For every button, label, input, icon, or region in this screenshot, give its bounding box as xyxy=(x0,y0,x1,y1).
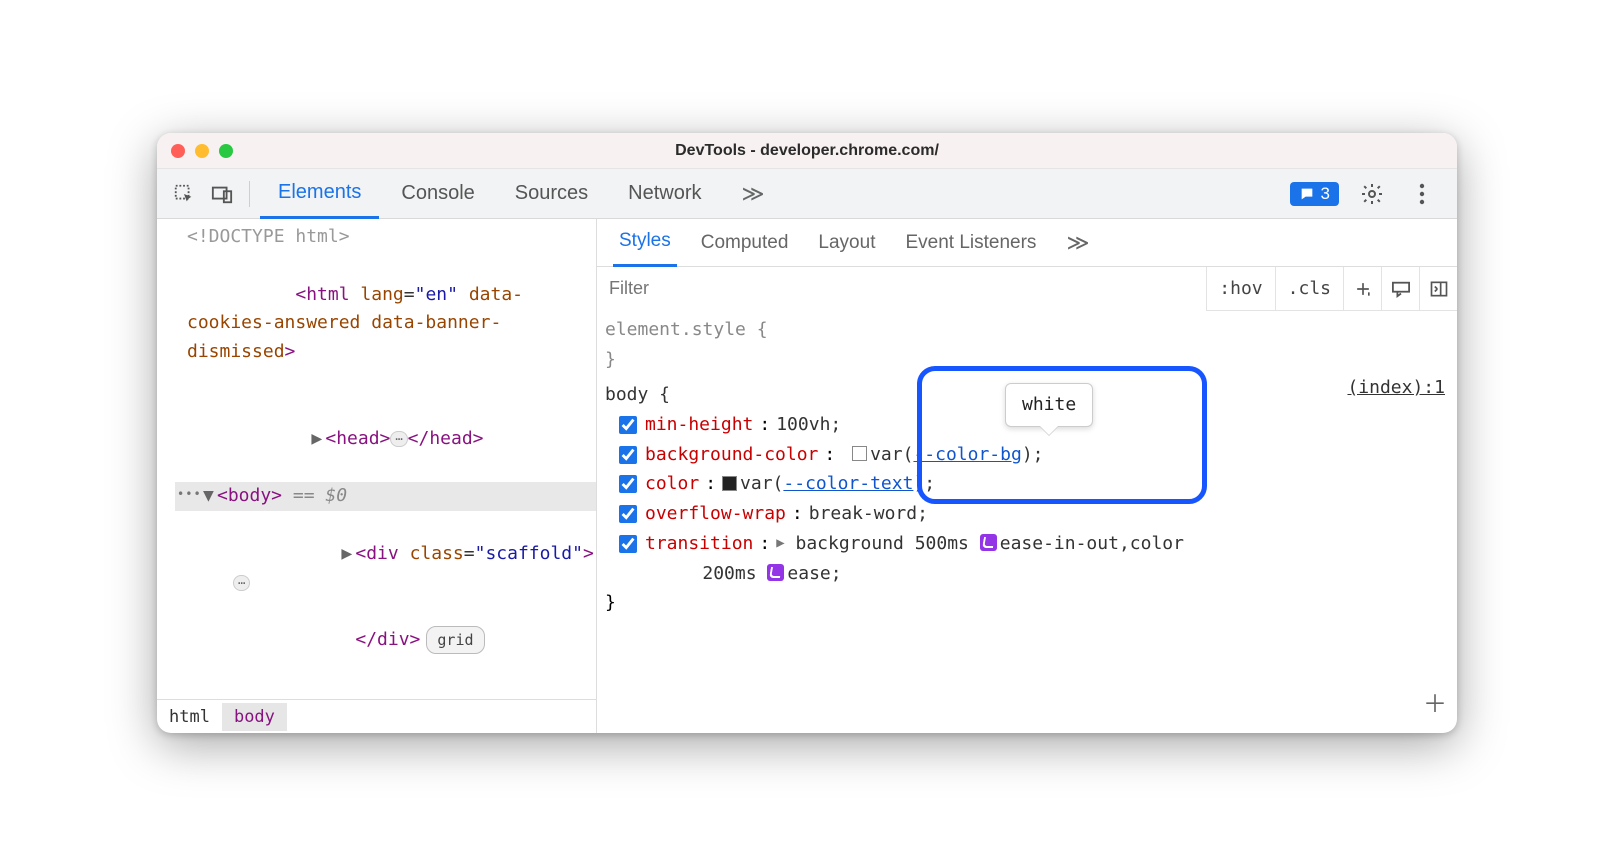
toggle-transition[interactable] xyxy=(619,535,637,553)
prop-transition-cont[interactable]: 200ms ease; xyxy=(605,559,1449,589)
sidebar-toggle-icon[interactable] xyxy=(1419,267,1457,311)
rule-source-link[interactable]: (index):1 xyxy=(1347,373,1445,403)
styles-panel: Styles Computed Layout Event Listeners ≫… xyxy=(597,219,1457,733)
elements-panel: <!DOCTYPE html> <html lang="en" data-coo… xyxy=(157,219,597,733)
more-tabs-icon[interactable]: ≫ xyxy=(724,169,783,219)
window-title: DevTools - developer.chrome.com/ xyxy=(157,142,1457,160)
styles-tabs: Styles Computed Layout Event Listeners ≫ xyxy=(597,219,1457,267)
toggle-min-height[interactable] xyxy=(619,416,637,434)
hov-toggle[interactable]: :hov xyxy=(1206,267,1274,311)
add-declaration-icon[interactable]: ＋ xyxy=(1423,685,1447,725)
html-node[interactable]: <html lang="en" data-cookies-answered da… xyxy=(175,252,596,396)
toggle-background-color[interactable] xyxy=(619,446,637,464)
var-value-tooltip: white xyxy=(1005,383,1093,427)
tab-sources[interactable]: Sources xyxy=(497,169,606,219)
stab-computed[interactable]: Computed xyxy=(695,219,795,267)
prop-color[interactable]: color: var(--color-text); xyxy=(605,469,1449,499)
prop-transition[interactable]: transition: ▶ background 500ms ease-in-o… xyxy=(605,529,1449,559)
kebab-menu-icon[interactable] xyxy=(1405,177,1439,211)
prop-background-color[interactable]: background-color: var(--color-bg); xyxy=(605,440,1449,470)
cls-toggle[interactable]: .cls xyxy=(1275,267,1343,311)
settings-icon[interactable] xyxy=(1355,177,1389,211)
easing-editor-icon-2[interactable] xyxy=(767,564,784,581)
tab-console[interactable]: Console xyxy=(383,169,492,219)
filter-row: :hov .cls xyxy=(597,267,1457,311)
issues-badge[interactable]: 3 xyxy=(1290,182,1339,206)
traffic-lights xyxy=(157,144,233,158)
doctype-node: <!DOCTYPE html> xyxy=(187,226,350,247)
window-titlebar: DevTools - developer.chrome.com/ xyxy=(157,133,1457,169)
head-node[interactable]: ▶<head>⋯</head> xyxy=(175,396,596,482)
crumb-html[interactable]: html xyxy=(157,703,222,731)
more-stabs-icon[interactable]: ≫ xyxy=(1060,219,1095,267)
format-icon[interactable] xyxy=(1381,267,1419,311)
var-color-text[interactable]: --color-text xyxy=(783,473,913,494)
element-style-selector[interactable]: element.style { xyxy=(605,319,768,340)
device-toolbar-icon[interactable] xyxy=(205,177,239,211)
devtools-window: DevTools - developer.chrome.com/ Element… xyxy=(157,133,1457,733)
issues-count: 3 xyxy=(1321,184,1330,204)
dom-tree[interactable]: <!DOCTYPE html> <html lang="en" data-coo… xyxy=(157,219,596,699)
styles-rules[interactable]: element.style { } (index):1 body { min-h… xyxy=(597,311,1457,733)
tab-elements[interactable]: Elements xyxy=(260,169,379,219)
color-swatch-white[interactable] xyxy=(852,446,867,461)
prop-overflow-wrap[interactable]: overflow-wrap: break-word; xyxy=(605,499,1449,529)
tab-network[interactable]: Network xyxy=(610,169,719,219)
var-color-bg[interactable]: --color-bg xyxy=(913,444,1021,465)
easing-editor-icon[interactable] xyxy=(980,534,997,551)
body-node-selected[interactable]: ▼<body> == $0 xyxy=(175,482,596,511)
breadcrumb-bar: html body xyxy=(157,699,596,733)
inspect-element-icon[interactable] xyxy=(167,177,201,211)
stab-event-listeners[interactable]: Event Listeners xyxy=(899,219,1042,267)
zoom-window-button[interactable] xyxy=(219,144,233,158)
close-window-button[interactable] xyxy=(171,144,185,158)
stab-styles[interactable]: Styles xyxy=(613,219,677,267)
toggle-color[interactable] xyxy=(619,475,637,493)
body-selector[interactable]: body { xyxy=(605,384,670,405)
scaffold-div-node[interactable]: ▶<div class="scaffold">⋯ </div>grid xyxy=(175,511,596,684)
grid-badge[interactable]: grid xyxy=(426,626,484,654)
toolbar-separator xyxy=(249,181,250,207)
new-style-rule-icon[interactable] xyxy=(1343,267,1381,311)
toggle-overflow-wrap[interactable] xyxy=(619,505,637,523)
color-swatch-black[interactable] xyxy=(722,476,737,491)
stab-layout[interactable]: Layout xyxy=(812,219,881,267)
styles-filter-input[interactable] xyxy=(597,267,1206,311)
crumb-body[interactable]: body xyxy=(222,703,287,731)
announcement-banner-node[interactable]: ▶<announcement-banner class= "cookie-ban… xyxy=(175,684,596,699)
main-split: <!DOCTYPE html> <html lang="en" data-coo… xyxy=(157,219,1457,733)
main-toolbar: Elements Console Sources Network ≫ 3 xyxy=(157,169,1457,219)
minimize-window-button[interactable] xyxy=(195,144,209,158)
